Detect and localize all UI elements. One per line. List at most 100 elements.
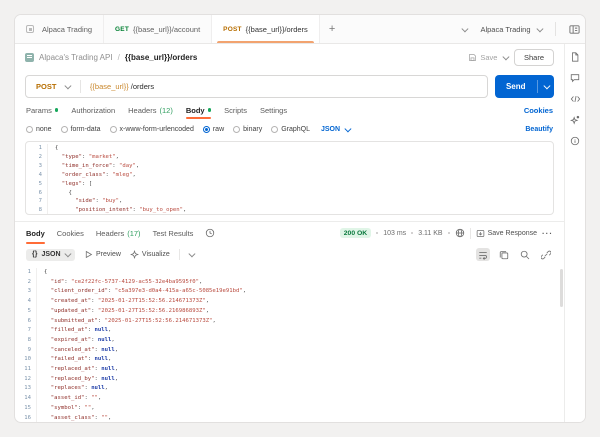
cookies-link[interactable]: Cookies — [524, 106, 553, 115]
code-token: "side" — [75, 198, 96, 205]
url-input[interactable]: {{base_url}} /orders — [81, 82, 154, 91]
tab-bar: Alpaca Trading GET {{base_url}}/account … — [15, 15, 585, 44]
share-button[interactable]: Share — [513, 48, 554, 66]
request-tab[interactable]: GET {{base_url}}/account — [104, 15, 213, 43]
response-section-tab[interactable]: Cookies — [57, 222, 84, 244]
response-format-selector[interactable]: {} JSON — [26, 248, 76, 261]
copy-button[interactable] — [497, 248, 511, 261]
line-number: 6 — [26, 188, 48, 198]
code-token: "asset_id" — [50, 395, 85, 402]
request-section-tab[interactable]: Settings — [260, 102, 287, 119]
tab-label: Headers — [95, 228, 125, 238]
code-text: "canceled_at": null, — [37, 346, 118, 356]
preview-label: Preview — [96, 251, 121, 258]
code-token: "expired_at" — [50, 336, 92, 343]
body-mode-radio[interactable]: none — [26, 125, 52, 133]
code-text: "expired_at": null, — [37, 336, 115, 346]
line-number: 7 — [26, 197, 48, 207]
info-icon[interactable] — [570, 136, 580, 146]
postbot-icon[interactable] — [570, 115, 580, 125]
request-section-tab[interactable]: Params — [26, 102, 59, 119]
code-token: : — [91, 298, 98, 305]
request-section-tab[interactable]: Authorization — [71, 102, 115, 119]
send-button[interactable]: Send — [494, 74, 555, 98]
scrollbar[interactable] — [560, 269, 563, 307]
language-selector[interactable]: JSON — [321, 125, 352, 133]
tab-method: POST — [223, 25, 242, 33]
code-line: 6 { — [26, 188, 553, 198]
line-number: 12 — [15, 374, 37, 385]
response-section-tab[interactable]: Body — [26, 222, 45, 244]
collection-icon — [26, 25, 34, 33]
wrap-text-button[interactable] — [476, 248, 490, 261]
code-token: { — [44, 269, 48, 275]
request-section-tab[interactable]: Headers (12) — [128, 102, 173, 119]
code-token: "asset_class" — [50, 414, 95, 421]
right-sidebar-rail — [564, 44, 585, 422]
tab-label: {{base_url}}/account — [133, 24, 201, 34]
response-section-tab[interactable]: Test Results — [153, 222, 194, 244]
code-token: "time_in_force" — [61, 162, 113, 169]
code-text: "position_intent": "buy_to_open", — [48, 206, 186, 214]
breadcrumb-request-name: {{base_url}}/orders — [124, 52, 198, 62]
code-token: : — [91, 307, 98, 314]
search-button[interactable] — [518, 248, 532, 261]
network-info-icon[interactable] — [455, 228, 465, 238]
format-label: JSON — [41, 251, 61, 258]
response-section-tab[interactable]: Headers (17) — [96, 222, 141, 244]
code-token: : — [97, 317, 105, 324]
visualize-button[interactable]: Visualize — [129, 250, 170, 259]
save-response-icon — [476, 229, 484, 237]
environment-quick-look-button[interactable] — [564, 24, 585, 35]
request-tab[interactable]: Alpaca Trading — [15, 15, 105, 43]
code-icon[interactable] — [570, 94, 581, 104]
save-response-button[interactable]: Save Response — [476, 229, 537, 238]
response-body-viewer[interactable]: 1 { 2 "id": "ce2f22fc-5737-4129-ac55-32e… — [15, 265, 564, 422]
code-token: null — [97, 336, 112, 343]
tab-overflow-chevron-icon[interactable] — [461, 25, 469, 32]
status-badge: 200 OK — [339, 228, 372, 238]
request-section-tab[interactable]: Body — [185, 102, 212, 119]
line-number: 14 — [15, 394, 37, 404]
preview-button[interactable]: Preview — [84, 250, 121, 259]
code-token: "buy" — [102, 198, 120, 205]
code-token: "2025-01-27T15:52:56.214671373Z" — [104, 317, 213, 324]
body-mode-radio[interactable]: x-www-form-urlencoded — [109, 125, 194, 133]
code-token: "canceled_at" — [50, 346, 95, 353]
code-token: "legs" — [61, 180, 82, 187]
code-text: "asset_class": "", — [37, 414, 112, 422]
request-tab[interactable]: POST {{base_url}}/orders — [212, 15, 320, 43]
modified-dot — [54, 108, 59, 112]
body-mode-radio[interactable]: form-data — [60, 125, 101, 133]
line-number: 9 — [15, 345, 37, 356]
send-options-chevron-icon[interactable] — [538, 82, 555, 89]
new-tab-button[interactable]: + — [320, 15, 344, 43]
code-token: "created_at" — [50, 298, 92, 305]
request-section-tab[interactable]: Scripts — [224, 102, 247, 119]
beautify-link[interactable]: Beautify — [525, 126, 553, 133]
environment-selector[interactable]: Alpaca Trading — [474, 25, 547, 34]
more-options-button[interactable]: ··· — [542, 229, 553, 238]
body-mode-radio[interactable]: raw — [202, 125, 224, 133]
breadcrumb-collection[interactable]: Alpaca's Trading API — [39, 53, 113, 62]
request-body-editor[interactable]: 1 { 2 "type": "market", 3 "time_in_force… — [25, 141, 554, 215]
save-button[interactable]: Save — [468, 53, 497, 62]
body-mode-radio[interactable]: GraphQL — [271, 125, 310, 133]
documentation-icon[interactable] — [570, 52, 580, 62]
history-icon[interactable] — [205, 228, 215, 238]
comments-icon[interactable] — [570, 73, 580, 83]
code-line: 3 "time_in_force": "day", — [26, 161, 553, 171]
code-text: { — [48, 189, 71, 198]
body-mode-radio[interactable]: binary — [233, 125, 262, 133]
code-token: "id" — [50, 278, 65, 285]
method-selector[interactable]: POST — [26, 82, 80, 91]
save-options-chevron-icon[interactable] — [503, 53, 510, 60]
format-options-chevron-icon[interactable] — [188, 250, 195, 257]
link-button[interactable] — [539, 248, 553, 261]
